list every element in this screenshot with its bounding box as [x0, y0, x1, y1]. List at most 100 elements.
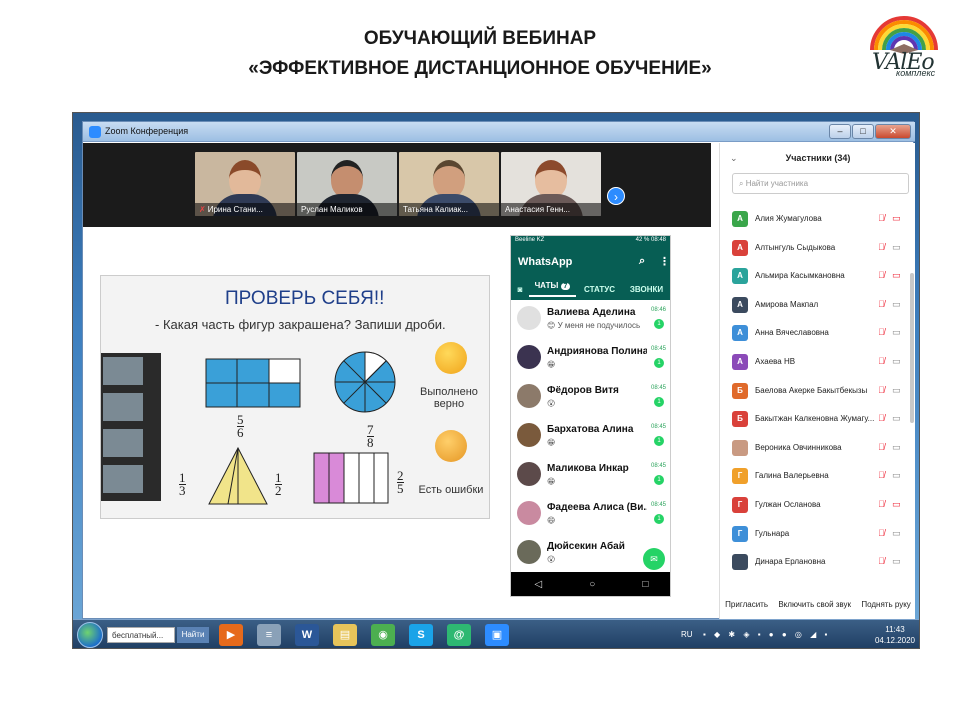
participant-row[interactable]: А Амирова Макпал 🎙̸ ▭	[720, 291, 910, 319]
muted-mic-icon[interactable]: 🎙̸	[878, 299, 885, 309]
unmute-button[interactable]: Включить свой звук	[778, 600, 851, 609]
video-tile[interactable]: Руслан Маликов	[297, 152, 397, 216]
participant-row[interactable]: Г Гульнара 🎙̸ ▭	[720, 520, 910, 548]
avatar: А	[732, 296, 748, 313]
chrome-icon[interactable]: ◉	[371, 624, 395, 646]
more-icon[interactable]: ⋮	[659, 255, 670, 268]
participant-row[interactable]: Б Баелова Акерке Бакытбекызы 🎙̸ ▭	[720, 377, 910, 405]
tab-calls[interactable]: ЗВОНКИ	[623, 285, 670, 294]
video-icon[interactable]: ▭	[892, 385, 901, 396]
video-icon[interactable]: ▭	[892, 442, 901, 453]
mail-agent-icon[interactable]: @	[447, 624, 471, 646]
video-icon[interactable]: ▭	[892, 413, 901, 424]
muted-mic-icon[interactable]: 🎙̸	[878, 442, 885, 452]
maximize-button[interactable]: □	[852, 124, 874, 139]
minimize-button[interactable]: –	[829, 124, 851, 139]
search-icon[interactable]: ⌕	[639, 255, 645, 268]
video-gallery: ✗ Ирина Стани... Руслан Маликов Татьяна К…	[83, 143, 711, 227]
shared-slide: ПРОВЕРЬ СЕБЯ!! - Какая часть фигур закра…	[100, 275, 490, 519]
chat-row[interactable]: Фёдоров Витя 😮 08:45 1	[511, 378, 670, 417]
muted-mic-icon[interactable]: 🎙̸	[878, 528, 885, 538]
chat-row[interactable]: Андриянова Полина 😁 08:45 1	[511, 339, 670, 378]
taskbar-search-button[interactable]: Найти	[177, 627, 209, 643]
muted-mic-icon[interactable]: 🎙̸	[878, 213, 885, 223]
document-icon[interactable]: ≡	[257, 624, 281, 646]
video-icon[interactable]: ▭	[892, 242, 901, 253]
muted-mic-icon[interactable]: 🎙̸	[878, 470, 885, 480]
media-player-icon[interactable]: ▶	[219, 624, 243, 646]
video-icon[interactable]: ▭	[892, 470, 901, 481]
chat-row[interactable]: Бархатова Алина 😁 08:45 1	[511, 417, 670, 456]
taskbar-search-input[interactable]: бесплатный...	[107, 627, 175, 643]
muted-mic-icon[interactable]: 🎙̸	[878, 242, 885, 252]
video-icon[interactable]: ▭	[892, 528, 901, 539]
tray-icons[interactable]: ▪ ◆ ✱ ◈ ▪ ● ● ◎ ◢ ▪	[703, 630, 830, 639]
scrollbar[interactable]	[910, 273, 914, 423]
participant-row[interactable]: А Алтынгуль Сыдыкова 🎙̸ ▭	[720, 234, 910, 262]
recent-apps-icon[interactable]: □	[642, 579, 648, 590]
window-titlebar[interactable]: Zoom Конференция – □ ✕	[83, 122, 915, 142]
avatar	[517, 501, 541, 525]
muted-mic-icon[interactable]: 🎙̸	[878, 499, 885, 509]
close-button[interactable]: ✕	[875, 124, 911, 139]
participant-row[interactable]: А Алия Жумагулова 🎙̸ ▭	[720, 205, 910, 233]
video-icon[interactable]: ▭	[892, 270, 901, 281]
video-icon[interactable]: ▭	[892, 356, 901, 367]
participant-row[interactable]: Г Галина Валерьевна 🎙̸ ▭	[720, 462, 910, 490]
participant-row[interactable]: А Альмира Касымкановна 🎙̸ ▭	[720, 262, 910, 290]
fraction-label: 56	[237, 412, 244, 440]
participant-row[interactable]: А Анна Вячеславовна 🎙̸ ▭	[720, 319, 910, 347]
video-icon[interactable]: ▭	[892, 213, 901, 224]
tab-chats[interactable]: ЧАТЫ 7	[529, 281, 576, 297]
muted-mic-icon[interactable]: 🎙̸	[878, 556, 885, 566]
participant-search-input[interactable]: ⌕ Найти участника	[732, 173, 909, 194]
chat-row[interactable]: Фадеева Алиса (Ви... 😄 08:45 1	[511, 495, 670, 534]
avatar: А	[732, 239, 748, 256]
chevron-right-icon[interactable]: ›	[607, 187, 625, 205]
muted-mic-icon[interactable]: 🎙̸	[878, 270, 885, 280]
chat-row[interactable]: Валиева Аделина 😊 У меня не подучилось 08:…	[511, 300, 670, 339]
video-tile[interactable]: Татьяна Калиак...	[399, 152, 499, 216]
start-button[interactable]	[77, 622, 103, 648]
chat-name: Дюйсекин Абай	[547, 541, 625, 552]
video-icon[interactable]: ▭	[892, 556, 901, 567]
avatar: Б	[732, 382, 748, 399]
participant-row[interactable]: Динара Ерлановна 🎙̸ ▭	[720, 548, 910, 576]
participant-row[interactable]: Б Бакытжан Калкеновна Жумагу... 🎙̸ ▭	[720, 405, 910, 433]
muted-mic-icon[interactable]: 🎙̸	[878, 385, 885, 395]
zoom-taskbar-icon[interactable]: ▣	[485, 624, 509, 646]
camera-icon[interactable]: ◙	[511, 285, 529, 294]
participants-panel: ⌄ Участники (34) ⌕ Найти участника А Алия…	[719, 143, 915, 620]
language-indicator[interactable]: RU	[681, 630, 693, 639]
skype-icon[interactable]: S	[409, 624, 433, 646]
folder-icon[interactable]: ▤	[333, 624, 357, 646]
participant-row[interactable]: А Ахаева НВ 🎙̸ ▭	[720, 348, 910, 376]
video-tile[interactable]: ✗ Ирина Стани...	[195, 152, 295, 216]
muted-mic-icon[interactable]: 🎙̸	[878, 327, 885, 337]
smile-emoji-icon	[435, 342, 467, 374]
video-icon[interactable]: ▭	[892, 299, 901, 310]
video-icon[interactable]: ▭	[892, 327, 901, 338]
chat-message: 😁	[547, 438, 556, 447]
home-icon[interactable]: ○	[589, 579, 595, 590]
participant-row[interactable]: Вероника Овчинникова 🎙̸ ▭	[720, 434, 910, 462]
whatsapp-header: WhatsApp ⌕ ⋮	[511, 246, 670, 278]
video-tile[interactable]: Анастасия Генн...	[501, 152, 601, 216]
muted-mic-icon[interactable]: 🎙̸	[878, 356, 885, 366]
chat-name: Андриянова Полина	[547, 346, 647, 357]
participant-name: Гульнара	[755, 528, 790, 538]
chat-name: Фадеева Алиса (Ви...	[547, 502, 647, 513]
back-icon[interactable]: ◁	[535, 579, 543, 590]
avatar	[517, 345, 541, 369]
participant-row[interactable]: Г Гулжан Осланова 🎙̸ ▭	[720, 491, 910, 519]
taskbar-clock[interactable]: 11:43 04.12.2020	[875, 624, 915, 646]
invite-button[interactable]: Пригласить	[725, 600, 768, 609]
word-icon[interactable]: W	[295, 624, 319, 646]
raise-hand-button[interactable]: Поднять руку	[861, 600, 910, 609]
chat-row[interactable]: Маликова Инкар 😁 08:45 1	[511, 456, 670, 495]
video-icon[interactable]: ▭	[892, 499, 901, 510]
muted-mic-icon[interactable]: 🎙̸	[878, 413, 885, 423]
new-chat-button[interactable]: ✉	[643, 548, 665, 570]
whatsapp-phone-screen: Beeline KZ 42 % 08:48 WhatsApp ⌕ ⋮ ◙ ЧАТЫ…	[510, 235, 671, 597]
tab-status[interactable]: СТАТУС	[576, 285, 623, 294]
